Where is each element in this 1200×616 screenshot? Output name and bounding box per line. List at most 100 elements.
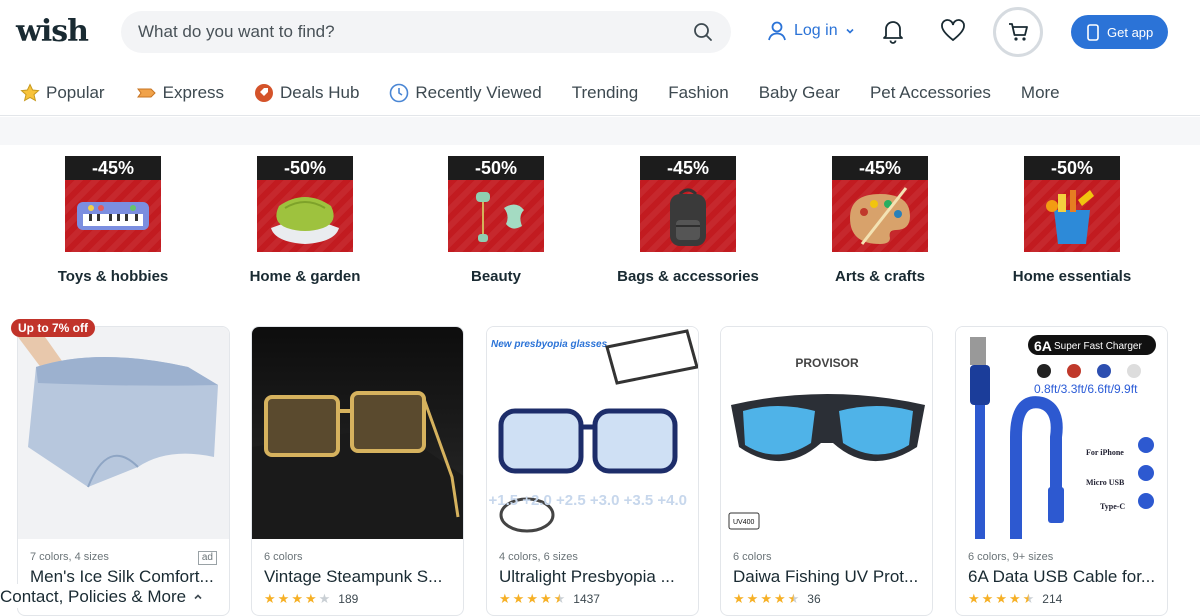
- star-icon: ★: [499, 591, 511, 606]
- nav-label: Trending: [571, 82, 639, 102]
- category-image: -45%: [65, 156, 161, 252]
- rating-count: 214: [1042, 592, 1063, 606]
- star-icon: ★: [291, 591, 303, 606]
- nav-label: Deals Hub: [280, 82, 360, 102]
- contact-policies-toggle[interactable]: Contact, Policies & More: [0, 584, 215, 608]
- deals-icon: [255, 83, 274, 102]
- product-image: [252, 327, 463, 539]
- star-icon: ★: [760, 591, 772, 606]
- product-image: PROVISOR UV400: [721, 327, 932, 539]
- uv400-badge: UV400: [733, 519, 755, 526]
- category-toys-hobbies[interactable]: -45% Toys & hobbies: [18, 156, 208, 285]
- underwear-image: [18, 327, 218, 488]
- nav-pet-accessories[interactable]: Pet Accessories: [870, 83, 991, 103]
- clock-icon: [390, 83, 409, 102]
- bell-icon[interactable]: [880, 18, 906, 44]
- star-icon: ★: [277, 591, 290, 606]
- product-card[interactable]: 6A Super Fast Charger 0.8ft/3.3ft/6.6ft/…: [955, 326, 1168, 616]
- product-image: New presbyopia glasses +1.5 +2.0 +2.5 +3…: [487, 327, 698, 539]
- product-variants: 7 colors, 4 sizes: [30, 551, 109, 563]
- cart-icon: [1009, 23, 1028, 41]
- nav-label: More: [1020, 82, 1060, 102]
- section-divider: [0, 117, 1200, 145]
- wish-logo[interactable]: wish: [16, 14, 89, 49]
- category-label: Beauty: [470, 268, 522, 285]
- star-icon: ★: [981, 591, 994, 606]
- product-title: 6A Data USB Cable for...: [968, 567, 1156, 586]
- product-card[interactable]: 6 colors Vintage Steampunk S... ★ ★ ★ ★ ★ 18…: [251, 326, 464, 616]
- star-icon: ★: [995, 591, 1007, 606]
- product-card[interactable]: New presbyopia glasses +1.5 +2.0 +2.5 +3…: [486, 326, 699, 616]
- sunglasses-image: [252, 391, 463, 539]
- star-icon: ★: [787, 591, 800, 606]
- search-icon[interactable]: [693, 22, 713, 42]
- brand-logo-text: PROVISOR: [795, 356, 859, 370]
- category-label: Bags & accessories: [617, 268, 759, 285]
- nav-label: Fashion: [668, 82, 729, 102]
- product-variants: 6 colors, 9+ sizes: [968, 551, 1054, 563]
- ad-badge: ad: [197, 551, 217, 565]
- category-image: -45%: [640, 156, 736, 252]
- search-bar[interactable]: What do you want to find?: [121, 11, 731, 53]
- image-strengths-text: +1.5 +2.0 +2.5 +3.0 +3.5 +4.0: [488, 492, 687, 509]
- category-beauty[interactable]: -50% Beauty: [401, 156, 591, 285]
- login-button[interactable]: Log in: [766, 20, 856, 42]
- star-icon: ★: [733, 591, 745, 606]
- product-title: Ultralight Presbyopia ...: [499, 567, 675, 586]
- charger-size-text: 6A: [1034, 338, 1052, 354]
- star-icon: ★: [1008, 591, 1021, 606]
- product-title: Vintage Steampunk S...: [264, 567, 443, 586]
- star-icon: ★: [526, 591, 538, 606]
- star-icon: ★: [746, 591, 759, 606]
- category-home-garden[interactable]: -50% Home & garden: [210, 156, 400, 285]
- category-label: Home essentials: [1012, 268, 1132, 285]
- category-home-essentials[interactable]: -50% Home essentials: [977, 156, 1167, 285]
- nav-label: Popular: [46, 82, 105, 102]
- star-icon: ★: [539, 591, 552, 606]
- category-bags-accessories[interactable]: -45% Bags & accessories: [593, 156, 783, 285]
- rating-count: 189: [338, 592, 359, 606]
- discount-badge: -50%: [1024, 156, 1120, 180]
- category-image: -50%: [448, 156, 544, 252]
- heart-icon[interactable]: [940, 19, 966, 43]
- usb-cable-image: 6A Super Fast Charger 0.8ft/3.3ft/6.6ft/…: [970, 335, 1156, 539]
- discount-badge: -50%: [448, 156, 544, 180]
- rating-count: 1437: [573, 592, 600, 606]
- cleaning-bucket-icon: [1046, 190, 1094, 244]
- nav-recently-viewed[interactable]: Recently Viewed: [389, 82, 542, 103]
- star-icon: ★: [304, 591, 317, 606]
- star-icon: ★: [773, 591, 786, 606]
- nav-label: Express: [162, 82, 225, 102]
- star-icon: ★: [553, 591, 566, 606]
- star-icon: ★: [1022, 591, 1035, 606]
- search-input[interactable]: What do you want to find?: [138, 22, 335, 42]
- product-image: [18, 327, 229, 539]
- star-icon: ★: [318, 591, 331, 606]
- nav-label: Recently Viewed: [415, 82, 542, 102]
- nav-deals-hub[interactable]: Deals Hub: [254, 83, 359, 103]
- login-label: Log in: [794, 22, 838, 39]
- cart-button[interactable]: [993, 7, 1043, 57]
- port-label: Micro USB: [1086, 478, 1125, 487]
- category-nav: Popular Express Deals Hub Recently Viewe…: [0, 70, 1200, 116]
- nav-baby-gear[interactable]: Baby Gear: [759, 83, 840, 103]
- cable-lengths-text: 0.8ft/3.3ft/6.6ft/9.9ft: [1034, 382, 1138, 396]
- discount-badge: -45%: [832, 156, 928, 180]
- get-app-button[interactable]: Get app: [1071, 15, 1168, 49]
- nav-trending[interactable]: Trending: [572, 83, 638, 103]
- star-icon: ★: [264, 591, 276, 606]
- nav-more[interactable]: More: [1021, 83, 1060, 103]
- category-arts-crafts[interactable]: -45% Arts & crafts: [785, 156, 975, 285]
- product-variants: 6 colors: [264, 551, 303, 563]
- nav-fashion[interactable]: Fashion: [668, 83, 728, 103]
- footer-label: Contact, Policies & More: [0, 587, 187, 606]
- product-card[interactable]: PROVISOR UV400 6 colors Daiwa Fishing UV…: [720, 326, 933, 616]
- category-image: -50%: [257, 156, 353, 252]
- charger-banner-text: Super Fast Charger: [1054, 341, 1142, 352]
- star-icon: ★: [512, 591, 525, 606]
- nav-popular[interactable]: Popular: [20, 83, 105, 103]
- product-card[interactable]: 7 colors, 4 sizes ad Men's Ice Silk Comf…: [17, 326, 230, 616]
- nav-express[interactable]: Express: [135, 83, 224, 103]
- phone-icon: [1087, 23, 1099, 41]
- product-title: Daiwa Fishing UV Prot...: [733, 567, 919, 586]
